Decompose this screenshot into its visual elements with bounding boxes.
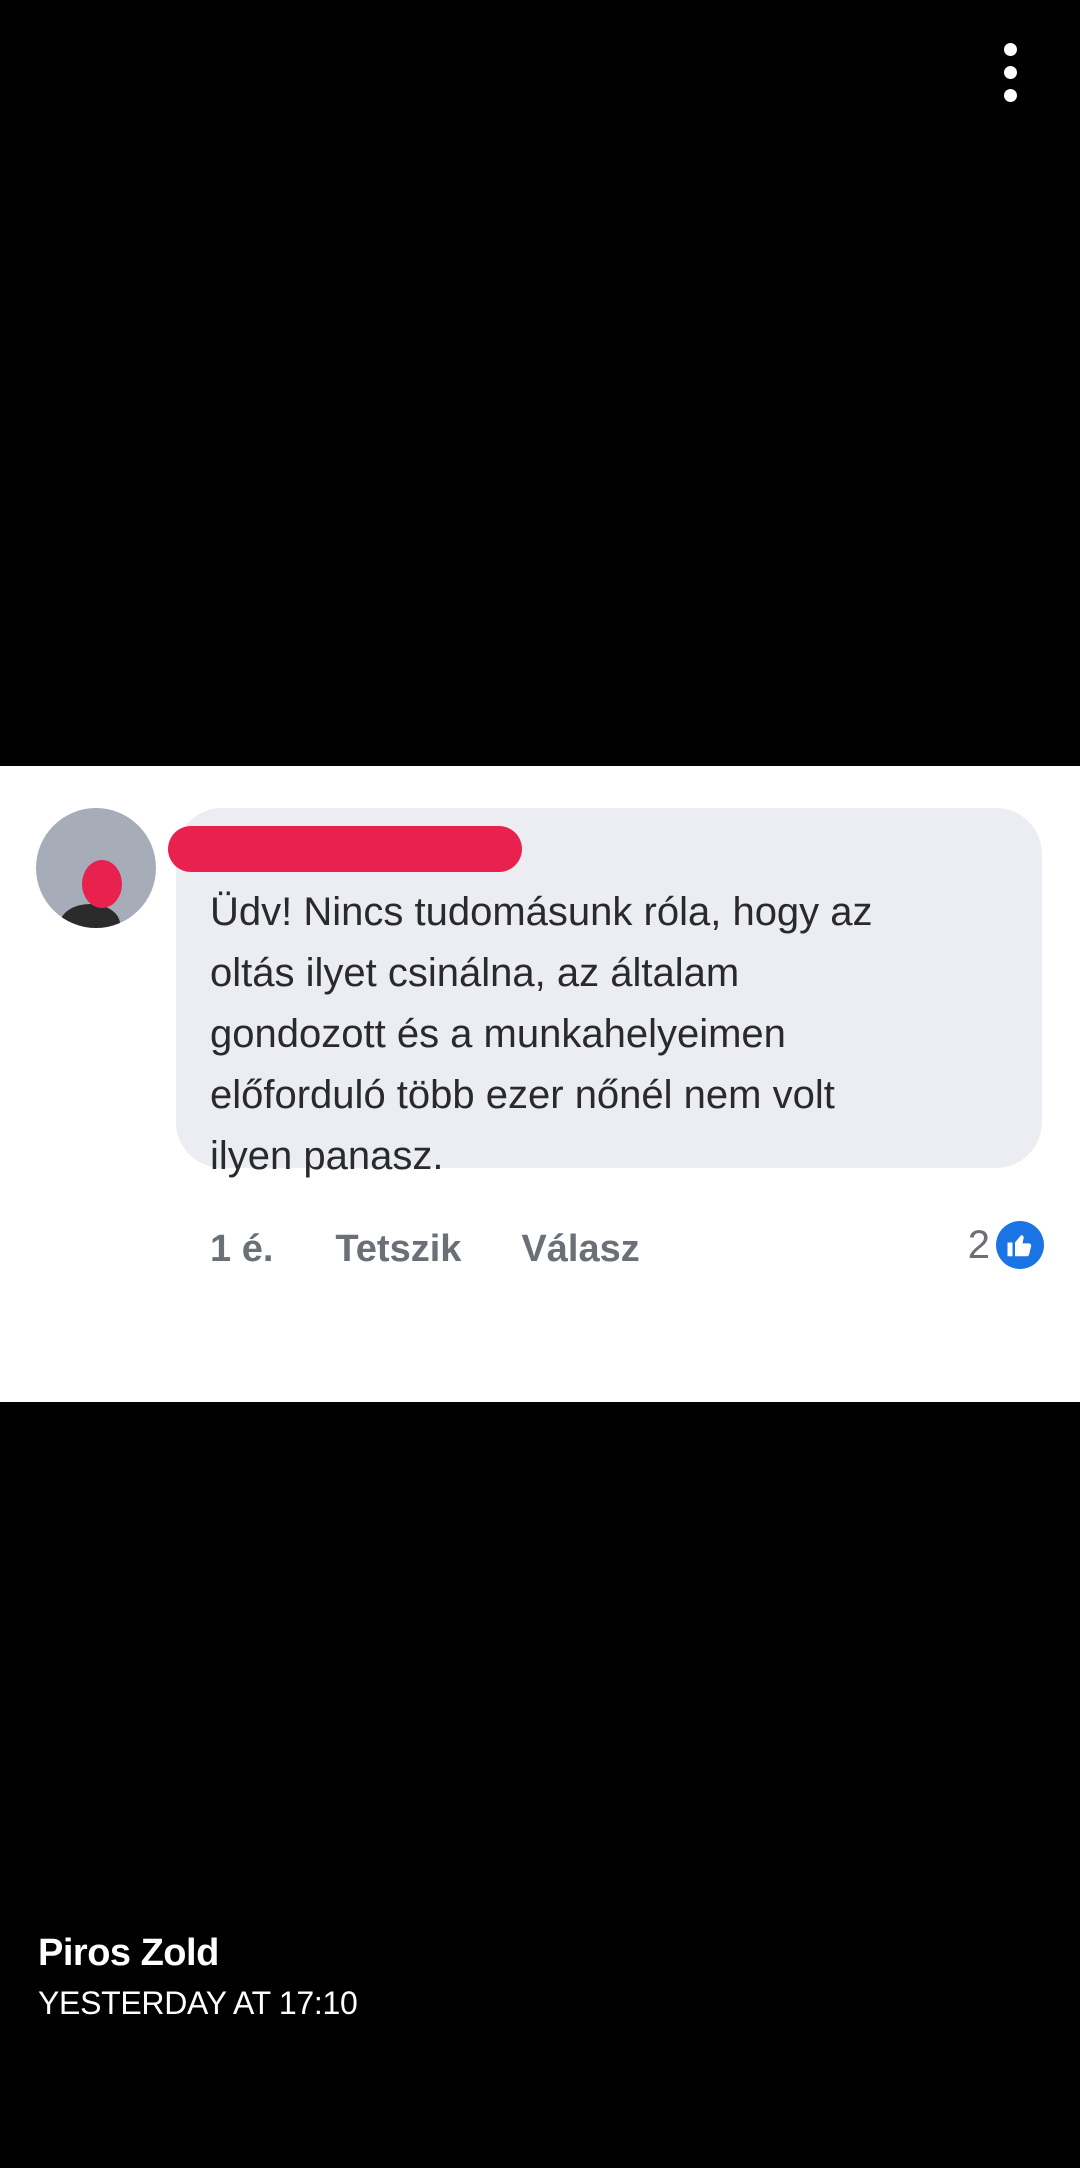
comment-actions: 1 é. Tetszik Válasz [210, 1224, 640, 1274]
commenter-name-redaction [168, 826, 522, 872]
comment-line: előforduló több ezer nőnél nem volt [210, 1073, 835, 1117]
more-options-button[interactable] [978, 30, 1042, 114]
avatar-figure [60, 904, 120, 928]
reply-link[interactable]: Válasz [521, 1228, 639, 1271]
like-link[interactable]: Tetszik [335, 1228, 461, 1271]
commenter-avatar [36, 808, 156, 928]
post-timestamp: YESTERDAY AT 17:10 [38, 1985, 358, 2021]
shared-screenshot-image: Üdv! Nincs tudomásunk róla, hogy az oltá… [0, 766, 1080, 1402]
reaction-summary[interactable]: 2 [968, 1218, 1044, 1272]
reaction-count: 2 [967, 1222, 990, 1267]
more-vertical-icon [1003, 42, 1017, 56]
avatar-redaction-mark [82, 860, 122, 908]
more-vertical-icon-dot [1003, 65, 1017, 79]
thumbs-up-icon [996, 1221, 1044, 1269]
comment-line: ilyen panasz. [210, 1134, 444, 1178]
comment-text: Üdv! Nincs tudomásunk róla, hogy az oltá… [210, 882, 1010, 1187]
more-vertical-icon-dot [1003, 88, 1017, 102]
comment-line: Üdv! Nincs tudomásunk róla, hogy az [210, 890, 873, 934]
post-caption: Piros Zold YESTERDAY AT 17:10 [38, 1932, 358, 2022]
comment-time: 1 é. [210, 1227, 274, 1270]
comment-bubble: Üdv! Nincs tudomásunk róla, hogy az oltá… [168, 808, 1042, 1178]
comment-line: oltás ilyet csinálna, az általam [210, 951, 740, 995]
comment-line: gondozott és a munkahelyeimen [210, 1012, 786, 1056]
post-author-name[interactable]: Piros Zold [38, 1932, 358, 1975]
photo-viewer: Üdv! Nincs tudomásunk róla, hogy az oltá… [0, 0, 1080, 2168]
